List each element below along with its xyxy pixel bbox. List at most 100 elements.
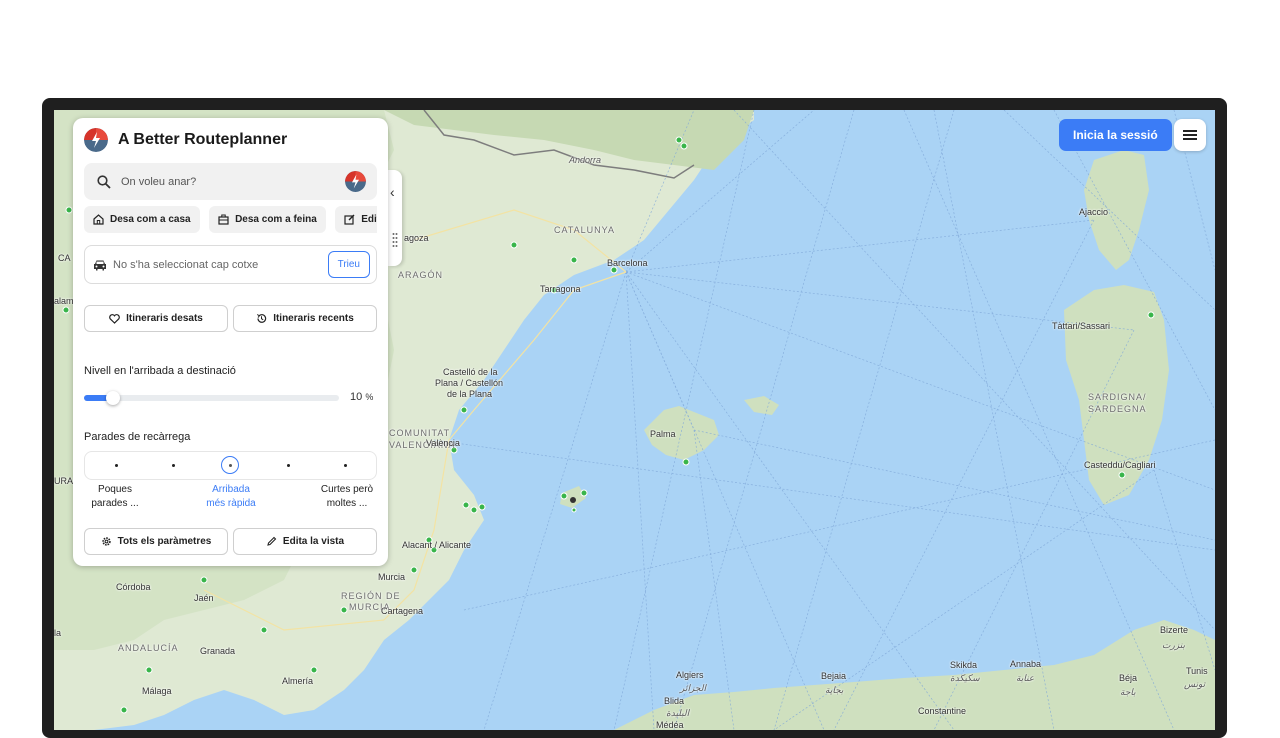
arrival-level-number: 10 [350,391,363,403]
search-icon [97,174,111,189]
label-andorra: Andorra [569,155,602,165]
vehicle-selector[interactable]: No s'ha seleccionat cap cotxe Trieu [84,245,377,284]
label-casteddu: Casteddu/Cagliari [1084,460,1156,470]
home-icon [93,214,104,225]
destination-search[interactable]: On voleu anar? [84,163,377,200]
device-frame: Andorra CATALUNYA Barcelona Tarragona ag… [42,98,1227,738]
label-almeria: Almería [282,676,314,686]
label-cordoba: Córdoba [116,582,151,592]
label-comunitat-1: COMUNITAT [389,428,451,438]
label-catalunya: CATALUNYA [554,225,616,235]
stop-option-4[interactable] [287,464,290,467]
label-alam: alam [54,296,74,306]
selected-location-marker [570,497,576,503]
label-bizerte: Bizerte [1160,625,1189,635]
arrival-level-unit: % [365,392,374,402]
arrival-level-knob[interactable] [106,391,120,405]
route-panel: A Better Routeplanner On voleu anar? Des… [73,118,388,566]
menu-button[interactable] [1174,119,1206,151]
label-blida: Blida [664,696,685,706]
label-medea: Médéa [656,720,684,730]
stops-many-line2: moltes ... [326,498,368,509]
label-sardigna-2: SARDEGNA [1088,404,1147,414]
pencil-icon [267,536,277,546]
brand-header: A Better Routeplanner [84,128,287,152]
chevron-left-icon[interactable]: ‹ [390,184,395,200]
label-alacant: Alacant / Alicante [402,540,472,550]
label-la: la [54,628,62,638]
label-tarragona: Tarragona [540,284,581,294]
label-annaba: Annaba [1010,659,1042,669]
stops-many-line1: Curtes però [320,484,374,495]
label-skikda: Skikda [950,660,978,670]
label-ca: CA [58,253,71,263]
save-work-button[interactable]: Desa com a feina [209,206,326,233]
stop-option-3-selected[interactable] [221,456,239,474]
label-annaba-ar: عنابة [1016,673,1035,683]
label-ajaccio: Ajaccio [1079,207,1109,217]
all-settings-button[interactable]: Tots els paràmetres [84,528,228,555]
label-andalucia: ANDALUCÍA [118,643,179,653]
stops-option-few-label: Poques parades ... [75,483,155,511]
car-icon [94,260,106,270]
saved-routes-label: Itineraris desats [126,313,203,324]
edit-icon [344,214,355,225]
label-algiers-ar: الجزائر [680,683,706,693]
login-button[interactable]: Inicia la sessió [1059,119,1172,151]
stops-fastest-line2: més ràpida [206,498,256,509]
arrival-level-value: 10 % [350,391,373,403]
recent-routes-button[interactable]: Itineraris recents [233,305,377,332]
charging-stops-selector[interactable] [84,451,377,480]
stops-option-many-label: Curtes però moltes ... [307,483,387,511]
label-beja: Béja [1119,673,1138,683]
stops-few-line2: parades ... [91,498,139,509]
history-icon [257,314,267,323]
label-region-1: REGIÓN DE [341,591,401,601]
label-tattari: Tàttari/Sassari [1052,321,1111,331]
quick-actions: Desa com a casa Desa com a feina Edita [84,206,377,233]
save-home-button[interactable]: Desa com a casa [84,206,200,233]
briefcase-icon [218,214,229,225]
label-algiers: Algiers [676,670,704,680]
label-malaga: Málaga [142,686,172,696]
gear-icon [101,537,111,546]
label-murcia: Murcia [378,572,406,582]
hamburger-icon [1183,130,1197,140]
stop-option-1[interactable] [115,464,118,467]
drag-handle-icon[interactable] [392,232,398,250]
edit-places-label: Edita [361,214,377,225]
stop-option-2[interactable] [172,464,175,467]
stops-option-fastest-label: Arribada més ràpida [191,483,271,511]
stop-option-5[interactable] [344,464,347,467]
heart-icon [109,313,120,324]
vehicle-status-text: No s'ha seleccionat cap cotxe [113,258,259,271]
island-menorca [744,396,779,415]
label-castello-2: Plana / Castellón [435,378,504,388]
label-skikda-ar: سكيكدة [950,673,980,683]
label-jaen: Jaén [194,593,214,603]
label-bizerte-ar: بنزرت [1162,640,1186,650]
label-tunis: Tunis [1186,666,1208,676]
saved-routes-button[interactable]: Itineraris desats [84,305,228,332]
panel-collapse-tab[interactable]: ‹ [388,170,402,266]
abrp-small-logo-icon [345,171,366,192]
choose-vehicle-button[interactable]: Trieu [327,251,370,278]
arrival-level-slider[interactable] [84,391,339,405]
edit-places-button[interactable]: Edita [335,206,377,233]
edit-view-button[interactable]: Edita la vista [233,528,377,555]
label-saragossa: agoza [404,233,429,243]
label-cartagena: Cartagena [381,606,424,616]
map-screen[interactable]: Andorra CATALUNYA Barcelona Tarragona ag… [54,110,1215,730]
charging-stops-label: Parades de recàrrega [84,431,191,443]
app-title: A Better Routeplanner [118,131,288,148]
label-arago: ARAGÓN [398,270,444,280]
save-work-label: Desa com a feina [235,214,317,225]
arrival-level-label: Nivell en l'arribada a destinació [84,365,236,377]
abrp-logo-icon [84,128,108,152]
label-sardigna-1: SARDIGNA/ [1088,392,1147,402]
label-granada: Granada [200,646,236,656]
label-ura: URA [54,476,74,486]
search-placeholder[interactable]: On voleu anar? [121,176,196,188]
label-palma: Palma [650,429,676,439]
label-castello-3: de la Plana [447,389,493,399]
